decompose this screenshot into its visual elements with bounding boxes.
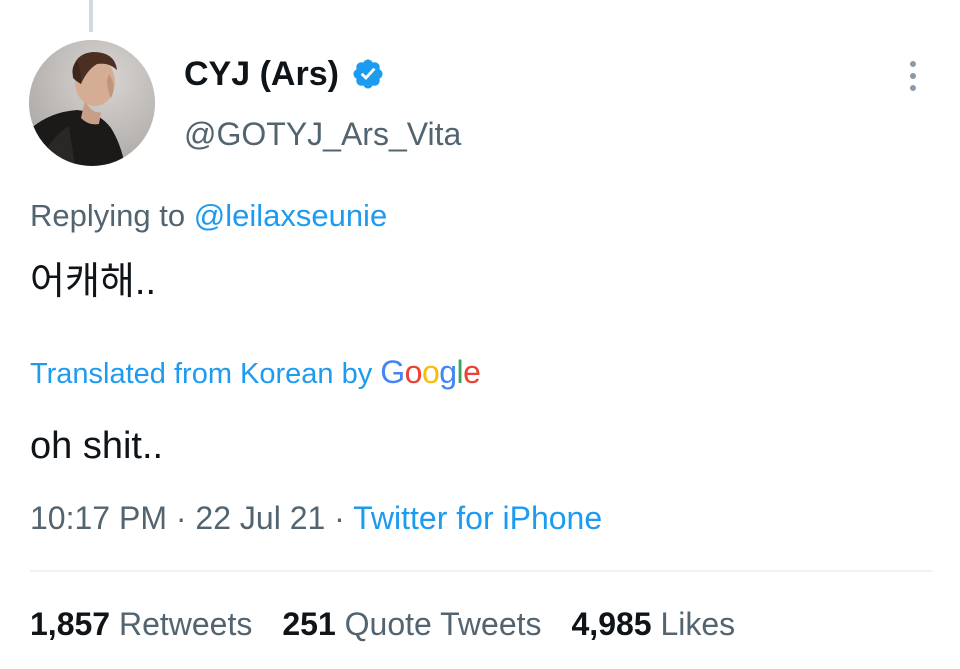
more-dot [910,73,916,79]
more-options-icon[interactable] [896,56,930,96]
tweet-detail: CYJ (Ars) @GOTYJ_Ars_Vita Replying to @l… [0,0,960,669]
google-logo-letter: e [463,354,481,390]
quote-tweets-label: Quote Tweets [344,606,542,642]
likes-stat[interactable]: 4,985 Likes [572,602,736,646]
meta-separator: · [166,500,196,536]
tweet-date[interactable]: 22 Jul 21 [195,500,325,536]
retweets-label: Retweets [118,606,253,642]
tweet-source-link[interactable]: Twitter for iPhone [353,500,602,536]
author-display-name[interactable]: CYJ (Ars) [184,54,339,94]
google-logo-letter: o [421,354,440,390]
more-dot [910,85,916,91]
more-dot [910,61,916,67]
engagement-stats: 1,857 Retweets 251 Quote Tweets 4,985 Li… [30,602,735,646]
meta-separator: · [325,500,354,536]
likes-label: Likes [660,606,736,642]
replying-to-line: Replying to @leilaxseunie [30,196,387,236]
avatar-photo-icon [29,40,155,166]
author-display-name-row[interactable]: CYJ (Ars) [184,54,385,94]
google-logo: Google [380,352,481,392]
translation-attribution[interactable]: Translated from Korean by Google [30,352,481,394]
tweet-metadata: 10:17 PM · 22 Jul 21 · Twitter for iPhon… [30,497,602,539]
thread-connector-line [89,0,93,32]
avatar[interactable] [29,40,155,166]
retweets-stat[interactable]: 1,857 Retweets [30,602,252,646]
translation-label: Translated from Korean by [30,358,373,390]
quote-tweets-stat[interactable]: 251 Quote Tweets [282,602,541,646]
quote-tweets-count: 251 [282,606,336,642]
author-handle[interactable]: @GOTYJ_Ars_Vita [184,114,461,154]
replying-to-prefix: Replying to [30,198,186,233]
retweets-count: 1,857 [30,606,111,642]
google-logo-letter: g [439,354,457,390]
verified-badge-icon [351,57,385,91]
likes-count: 4,985 [571,606,652,642]
replying-to-mention-link[interactable]: @leilaxseunie [194,198,387,233]
translated-tweet-text: oh shit.. [30,425,164,467]
google-logo-letter: G [380,354,405,390]
divider [30,570,932,572]
tweet-text: 어캐해.. [30,261,156,303]
google-logo-letter: o [404,354,423,390]
tweet-time[interactable]: 10:17 PM [30,500,167,536]
